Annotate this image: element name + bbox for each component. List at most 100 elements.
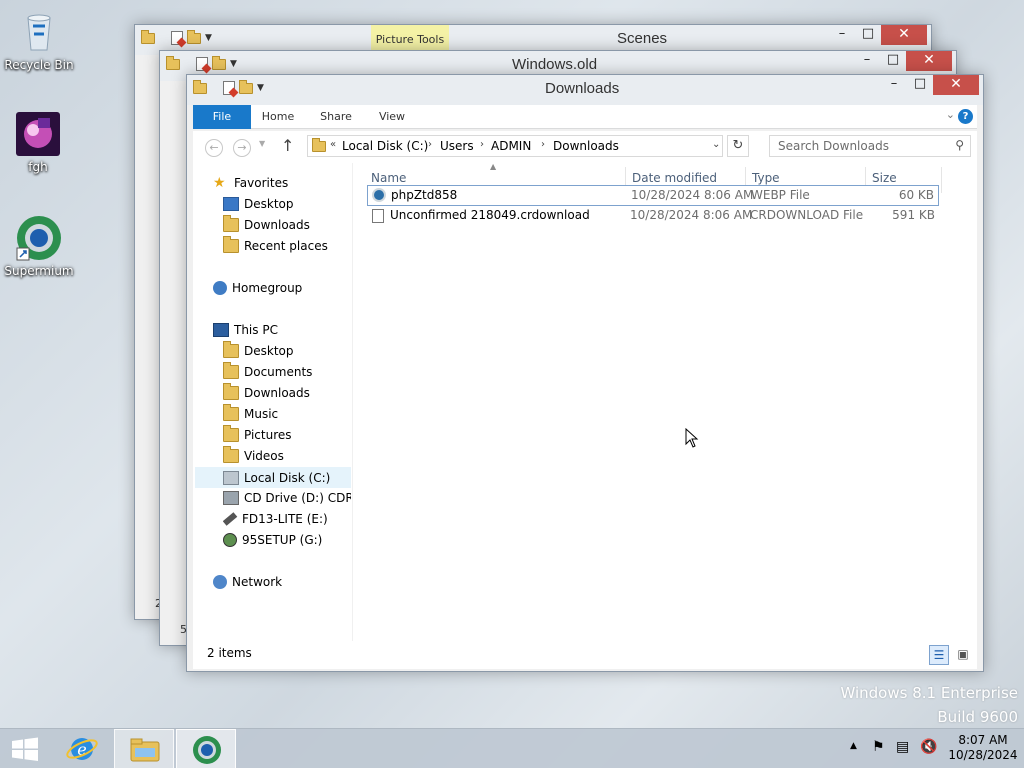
breadcrumb-admin[interactable]: ADMIN	[491, 139, 531, 153]
column-header-date[interactable]: Date modified	[632, 171, 717, 185]
minimize-button[interactable]: –	[854, 51, 880, 71]
tab-home[interactable]: Home	[257, 105, 299, 129]
chevron-down-icon[interactable]: ▼	[230, 59, 237, 69]
breadcrumb-overflow[interactable]: «	[330, 139, 336, 150]
breadcrumb-local-disk[interactable]: Local Disk (C:)	[342, 139, 428, 153]
taskbar: e ▲ ⚑ ▤ 🔇 8:07 AM 10/28/2024	[0, 728, 1024, 768]
maximize-button[interactable]: □	[880, 51, 906, 71]
navigation-pane: ★ Favorites Desktop Downloads Recent plac…	[193, 163, 353, 641]
nav-documents[interactable]: Documents	[223, 362, 312, 383]
nav-recent-places[interactable]: Recent places	[223, 236, 328, 257]
minimize-button[interactable]: –	[881, 75, 907, 95]
file-date: 10/28/2024 8:06 AM	[631, 188, 754, 202]
windows-build-watermark: Build 9600	[937, 708, 1018, 726]
new-folder-icon[interactable]	[212, 55, 226, 70]
volume-muted-icon[interactable]: 🔇	[920, 739, 937, 768]
internet-explorer-button[interactable]: e	[52, 729, 112, 768]
chevron-down-icon[interactable]: ▼	[257, 83, 264, 93]
breadcrumb-separator: ›	[428, 139, 432, 150]
file-date: 10/28/2024 8:06 AM	[630, 208, 753, 222]
file-size: 591 KB	[892, 208, 935, 222]
table-row[interactable]: Unconfirmed 218049.crdownload 10/28/2024…	[367, 206, 939, 227]
refresh-button[interactable]: ↻	[727, 135, 749, 157]
nav-favorites[interactable]: ★ Favorites	[213, 173, 288, 194]
desktop-folder-icon	[223, 341, 239, 358]
properties-icon[interactable]	[196, 57, 208, 71]
network-tray-icon[interactable]: ▤	[896, 739, 909, 768]
nav-this-pc-downloads[interactable]: Downloads	[223, 383, 310, 404]
nav-this-pc[interactable]: This PC	[213, 320, 278, 341]
downloads-folder-icon	[312, 138, 326, 152]
usb-drive-icon	[223, 511, 238, 526]
nav-homegroup[interactable]: Homegroup	[213, 278, 302, 299]
maximize-button[interactable]: □	[907, 75, 933, 95]
nav-music[interactable]: Music	[223, 404, 278, 425]
nav-label: Recent places	[244, 239, 328, 253]
nav-pictures[interactable]: Pictures	[223, 425, 292, 446]
documents-folder-icon	[223, 362, 239, 379]
sort-indicator-icon: ▲	[490, 162, 497, 171]
breadcrumb-users[interactable]: Users	[440, 139, 474, 153]
nav-favorites-desktop[interactable]: Desktop	[223, 194, 294, 215]
nav-videos[interactable]: Videos	[223, 446, 284, 467]
nav-favorites-downloads[interactable]: Downloads	[223, 215, 310, 236]
action-center-flag-icon[interactable]: ⚑	[872, 739, 885, 768]
expand-ribbon-icon[interactable]: ⌄	[946, 108, 955, 121]
recent-locations-icon[interactable]: ▼	[259, 139, 265, 148]
column-header-name[interactable]: Name	[371, 171, 406, 185]
status-bar: 2 items ☰ ▣	[193, 641, 977, 669]
nav-95setup[interactable]: 95SETUP (G:)	[223, 530, 322, 551]
details-view-icon[interactable]: ☰	[929, 645, 949, 665]
ribbon: File Home Share View ⌄ ?	[193, 105, 977, 129]
column-header-type[interactable]: Type	[752, 171, 780, 185]
chevron-down-icon[interactable]: ▼	[205, 33, 212, 43]
recycle-bin-icon	[15, 8, 63, 56]
table-row[interactable]: phpZtd858 10/28/2024 8:06 AM WEBP File 6…	[367, 185, 939, 206]
new-folder-icon[interactable]	[239, 79, 253, 94]
show-hidden-icons-button[interactable]: ▲	[850, 741, 857, 768]
help-icon[interactable]: ?	[958, 109, 973, 124]
nav-label: Downloads	[244, 218, 310, 232]
tab-share[interactable]: Share	[315, 105, 357, 129]
breadcrumb-downloads[interactable]: Downloads	[553, 139, 619, 153]
properties-icon[interactable]	[223, 81, 235, 95]
column-header-size[interactable]: Size	[872, 171, 897, 185]
tab-view[interactable]: View	[371, 105, 413, 129]
new-folder-icon[interactable]	[187, 29, 201, 44]
window-downloads[interactable]: ▼ Downloads – □ ✕ File Home Share View ⌄…	[186, 74, 984, 672]
tab-file[interactable]: File	[193, 105, 251, 129]
minimize-button[interactable]: –	[829, 25, 855, 45]
back-button[interactable]: ←	[205, 139, 223, 157]
desktop-icon-label: fgh	[28, 160, 48, 174]
address-dropdown-icon[interactable]: ⌄	[712, 139, 720, 150]
file-explorer-button[interactable]	[114, 729, 174, 768]
close-button[interactable]: ✕	[933, 75, 979, 95]
nav-local-disk[interactable]: Local Disk (C:)	[195, 467, 351, 488]
start-button[interactable]	[0, 729, 50, 768]
nav-label: FD13-LITE (E:)	[242, 512, 328, 526]
desktop-icon-fgh[interactable]: fgh	[0, 110, 76, 174]
close-button[interactable]: ✕	[881, 25, 927, 45]
desktop-icon-supermium[interactable]: Supermium	[1, 214, 77, 278]
nav-network[interactable]: Network	[213, 572, 282, 593]
large-icons-view-icon[interactable]: ▣	[955, 646, 971, 662]
forward-button[interactable]: →	[233, 139, 251, 157]
nav-fd13-lite[interactable]: FD13-LITE (E:)	[223, 509, 328, 530]
title-bar[interactable]: ▼ Downloads – □ ✕	[187, 75, 983, 105]
window-title: Downloads	[545, 80, 620, 97]
desktop-icon-label: Supermium	[4, 264, 74, 278]
desktop-icon-recycle-bin[interactable]: Recycle Bin	[1, 8, 77, 72]
properties-icon[interactable]	[171, 31, 183, 45]
nav-cd-drive[interactable]: CD Drive (D:) CDROM	[223, 488, 351, 509]
address-bar[interactable]: « Local Disk (C:) › Users › ADMIN › Down…	[307, 135, 723, 157]
nav-this-pc-desktop[interactable]: Desktop	[223, 341, 294, 362]
contextual-tab-header: Picture Tools	[371, 25, 449, 52]
close-button[interactable]: ✕	[906, 51, 952, 71]
search-box[interactable]: Search Downloads ⚲	[769, 135, 971, 157]
maximize-button[interactable]: □	[855, 25, 881, 45]
clock[interactable]: 8:07 AM 10/28/2024	[946, 733, 1020, 768]
search-input[interactable]: Search Downloads	[778, 139, 889, 153]
supermium-taskbar-button[interactable]	[176, 729, 236, 768]
up-button[interactable]: ↑	[281, 136, 294, 155]
downloads-folder-icon	[193, 79, 207, 94]
